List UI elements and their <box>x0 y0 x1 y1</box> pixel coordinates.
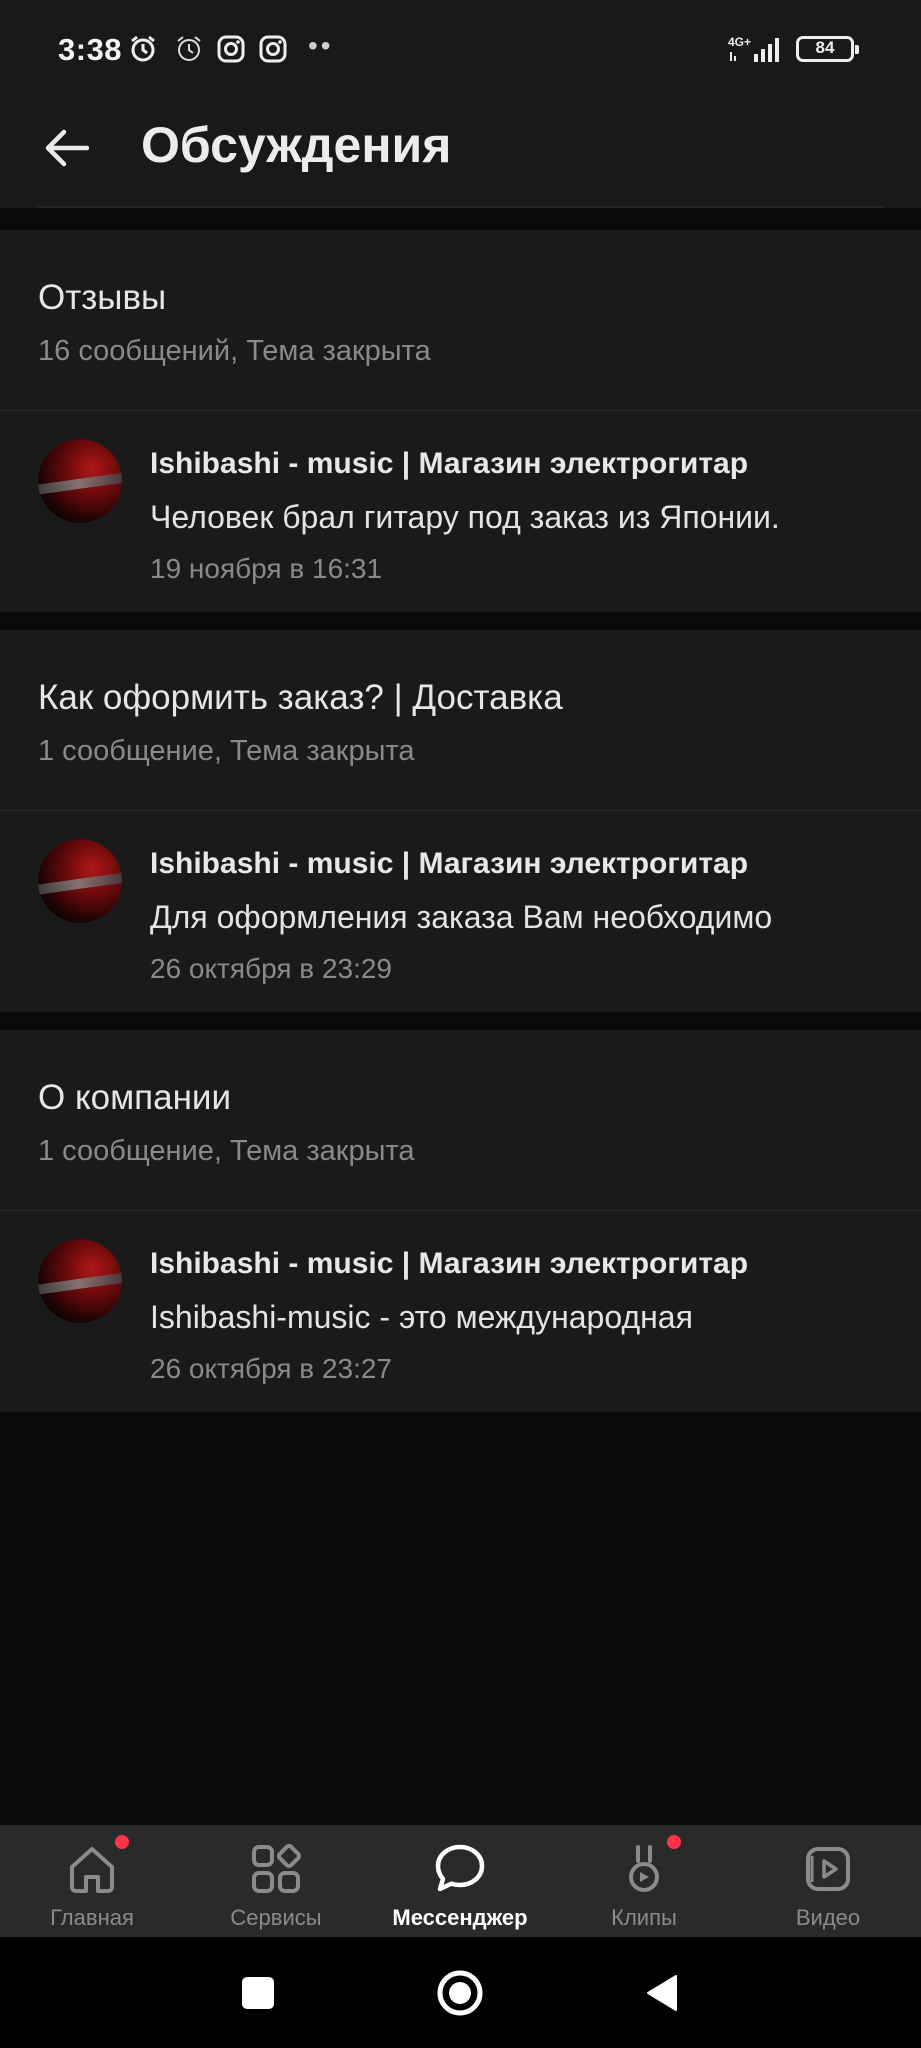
message-author: Ishibashi - music | Магазин электрогитар <box>150 447 749 480</box>
alarm-icon <box>131 35 155 62</box>
arrow-left-icon <box>45 129 89 167</box>
svg-text:4G+: 4G+ <box>728 35 751 49</box>
app-header: Обсуждения <box>0 100 921 208</box>
page-title: Обсуждения <box>141 117 452 173</box>
alarm-outline-icon <box>177 36 201 61</box>
message-author: Ishibashi - music | Магазин электрогитар <box>150 1247 749 1280</box>
nav-label: Главная <box>50 1905 134 1930</box>
instagram-icon <box>259 35 287 63</box>
message-text: Ishibashi-music - это международная <box>150 1299 693 1335</box>
status-time: 3:38 <box>58 32 123 67</box>
discussion-topic[interactable]: Как оформить заказ? | Доставка 1 сообщен… <box>0 630 921 811</box>
last-message[interactable]: Ishibashi - music | Магазин электрогитар… <box>0 411 921 611</box>
home-button[interactable] <box>432 1965 488 2021</box>
message-date: 26 октября в 23:27 <box>150 1353 393 1384</box>
message-date: 19 ноября в 16:31 <box>150 553 383 584</box>
discussion-section: О компании 1 сообщение, Тема закрыта Ish… <box>0 1030 921 1412</box>
system-navigation-bar <box>0 1937 921 2048</box>
divider <box>38 206 883 208</box>
instagram-icon <box>217 35 245 63</box>
back-button[interactable] <box>634 1965 690 2021</box>
grid-icon <box>252 1843 302 1893</box>
battery-icon: 84 <box>796 36 859 62</box>
message-author: Ishibashi - music | Магазин электрогитар <box>150 847 749 880</box>
square-icon <box>242 1977 274 2009</box>
topic-title: Отзывы <box>38 278 167 317</box>
notification-badge <box>667 1835 681 1849</box>
back-button[interactable] <box>38 120 94 176</box>
discussion-section: Отзывы 16 сообщений, Тема закрыта Ishiba… <box>0 230 921 612</box>
nav-label: Клипы <box>611 1905 677 1930</box>
discussion-section: Как оформить заказ? | Доставка 1 сообщен… <box>0 630 921 1012</box>
topic-meta: 16 сообщений, Тема закрыта <box>38 335 431 367</box>
topic-title: Как оформить заказ? | Доставка <box>38 678 563 717</box>
nav-label: Мессенджер <box>392 1905 528 1930</box>
message-text: Для оформления заказа Вам необходимо <box>150 899 773 935</box>
notification-badge <box>115 1835 129 1849</box>
avatar <box>38 439 122 523</box>
discussion-topic[interactable]: О компании 1 сообщение, Тема закрыта <box>0 1030 921 1211</box>
discussion-topic[interactable]: Отзывы 16 сообщений, Тема закрыта <box>0 230 921 411</box>
topic-meta: 1 сообщение, Тема закрыта <box>38 1135 415 1167</box>
signal-icon: 4G+ <box>728 35 779 62</box>
avatar <box>38 839 122 923</box>
more-dots-icon: •• <box>308 30 334 61</box>
video-icon <box>806 1847 850 1891</box>
topic-meta: 1 сообщение, Тема закрыта <box>38 735 415 767</box>
battery-level: 84 <box>815 38 835 57</box>
message-date: 26 октября в 23:29 <box>150 953 393 984</box>
nav-label: Сервисы <box>230 1905 322 1930</box>
last-message[interactable]: Ishibashi - music | Магазин электрогитар… <box>0 811 921 1011</box>
chat-bubble-icon <box>435 1844 485 1892</box>
recents-button[interactable] <box>230 1965 286 2021</box>
circle-icon <box>437 1970 483 2016</box>
bottom-navigation: Главная Сервисы Мессенджер Клипы Видео <box>0 1825 921 1937</box>
message-text: Человек брал гитару под заказ из Японии. <box>150 499 780 535</box>
nav-item-home[interactable]: Главная <box>0 1825 184 1937</box>
nav-item-messenger[interactable]: Мессенджер <box>368 1825 552 1937</box>
triangle-left-icon <box>647 1975 677 2011</box>
nav-label: Видео <box>795 1905 861 1930</box>
nav-item-video[interactable]: Видео <box>736 1825 920 1937</box>
nav-item-services[interactable]: Сервисы <box>184 1825 368 1937</box>
nav-item-clips[interactable]: Клипы <box>552 1825 736 1937</box>
clips-icon <box>629 1845 659 1892</box>
avatar <box>38 1239 122 1323</box>
status-bar: 3:38 •• 4G+ 84 <box>0 0 921 100</box>
topic-title: О компании <box>38 1078 232 1117</box>
last-message[interactable]: Ishibashi - music | Магазин электрогитар… <box>0 1211 921 1411</box>
home-icon <box>70 1847 114 1893</box>
